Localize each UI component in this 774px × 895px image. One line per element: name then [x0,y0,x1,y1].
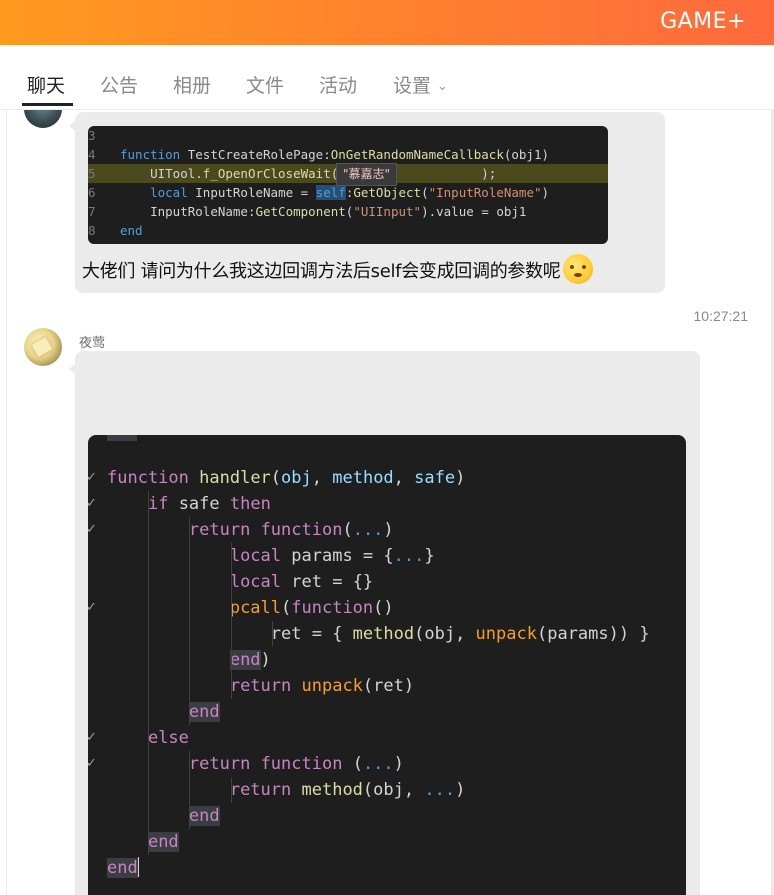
chat-area[interactable]: 3 4 function TestCreateRolePage:OnGetRand… [0,110,774,895]
code-line: local params = {...} [229,546,435,566]
code-line: local ret = {} [229,572,374,592]
tab-chat[interactable]: 聊天 [27,71,65,98]
code-line: end [188,702,220,722]
tab-settings-label: 设置 [393,75,432,97]
tab-album[interactable]: 相册 [173,71,211,98]
indent-guide [231,543,232,699]
message-text-content: 大佬们 请问为什么我这边回调方法后self会变成回调的参数呢 [82,261,561,282]
code-line: ret = { method(obj, unpack(params)) } [270,624,650,644]
tab-announcements[interactable]: 公告 [100,71,138,98]
indent-guide [189,751,190,829]
avatar[interactable] [24,110,62,128]
indent-guide [231,777,232,803]
code-line: 7 InputRoleName:GetComponent("UIInput").… [88,204,527,219]
code-line: else [147,728,189,748]
code-screenshot: 3 4 function TestCreateRolePage:OnGetRand… [88,126,608,244]
code-line: 4 function TestCreateRolePage:OnGetRandom… [88,147,550,162]
fold-check-icon[interactable]: ✓ [88,496,97,511]
brand-logo[interactable]: GAME+ [660,9,746,34]
code-line: end) [229,650,271,670]
code-line: function handler(obj, method, safe) [107,468,466,488]
text-cursor [137,857,139,877]
fold-check-icon[interactable]: ✓ [88,522,97,537]
code-line: 3 [88,128,96,143]
code-text: end [120,223,143,238]
code-line: return method(obj, ...) [229,780,466,800]
chevron-down-icon: ⌄ [437,79,448,94]
tab-bar: 聊天 公告 相册 文件 活动 设置 ⌄ [0,45,774,110]
code-screenshot: function handler(obj, method, safe) ✓ if … [88,435,686,895]
fold-check-icon[interactable]: ✓ [88,600,97,615]
code-line: 8 end [88,223,143,238]
code-line: end [107,857,139,878]
code-line: if safe then [147,494,271,514]
woozy-face-emoji-icon [562,254,593,284]
tab-activities[interactable]: 活动 [319,71,357,98]
code-line: pcall(function() [229,598,394,618]
code-text: function TestCreateRolePage:OnGetRandomN… [120,147,550,162]
code-line: return function(...) [188,520,394,540]
message-text: 大佬们 请问为什么我这边回调方法后self会变成回调的参数呢 [82,254,593,284]
fold-check-icon[interactable]: ✓ [88,730,97,745]
active-tab-indicator [22,103,73,106]
fold-check-icon[interactable]: ✓ [88,756,97,771]
indent-guide [189,517,190,725]
username[interactable]: 夜莺 [79,332,105,351]
code-text: UITool.f_OpenOrCloseWait( ); [150,166,497,181]
tab-settings[interactable]: 设置 ⌄ [393,71,448,98]
code-line-fragment [107,435,137,441]
avatar[interactable] [24,328,62,366]
code-line: return unpack(ret) [229,676,415,696]
timestamp: 10:27:21 [693,308,749,324]
top-bar: GAME+ [0,0,774,45]
fold-check-icon[interactable]: ✓ [88,470,97,485]
code-line: end [188,806,220,826]
tooltip: "慕嘉志" [336,163,398,186]
divider [6,110,7,895]
code-text: local InputRoleName = self:GetObject("In… [150,185,550,200]
indent-guide [148,491,149,855]
code-line: return function (...) [188,754,404,774]
indent-guide [272,621,273,647]
code-text: InputRoleName:GetComponent("UIInput").va… [150,204,527,219]
tab-files[interactable]: 文件 [246,71,284,98]
code-line: end [147,832,179,852]
